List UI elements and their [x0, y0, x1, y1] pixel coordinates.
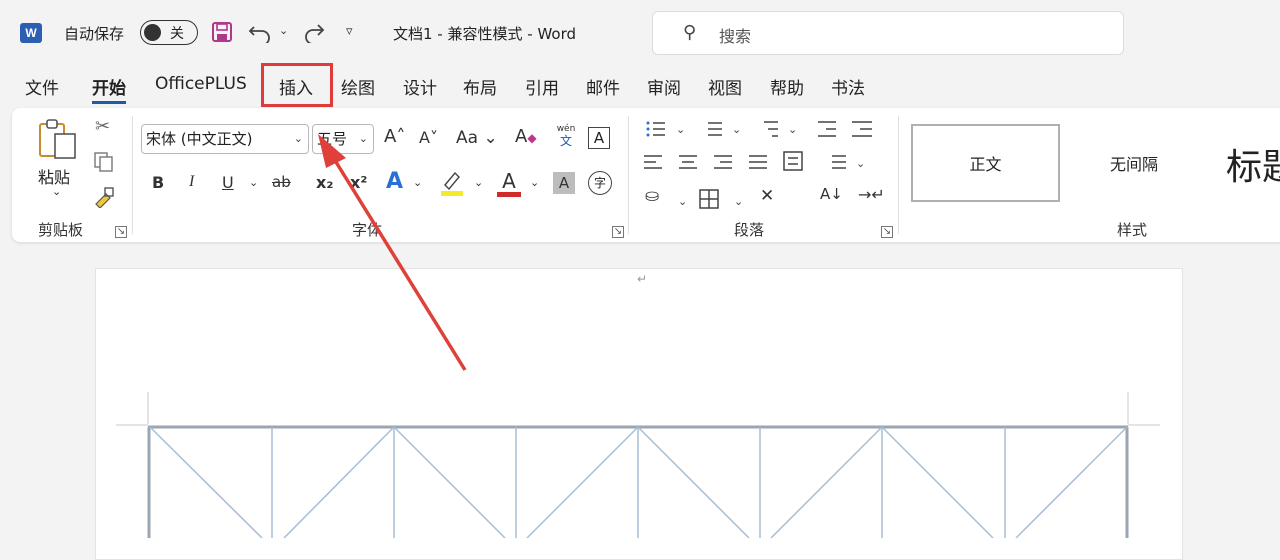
annotation-arrow [318, 134, 467, 371]
